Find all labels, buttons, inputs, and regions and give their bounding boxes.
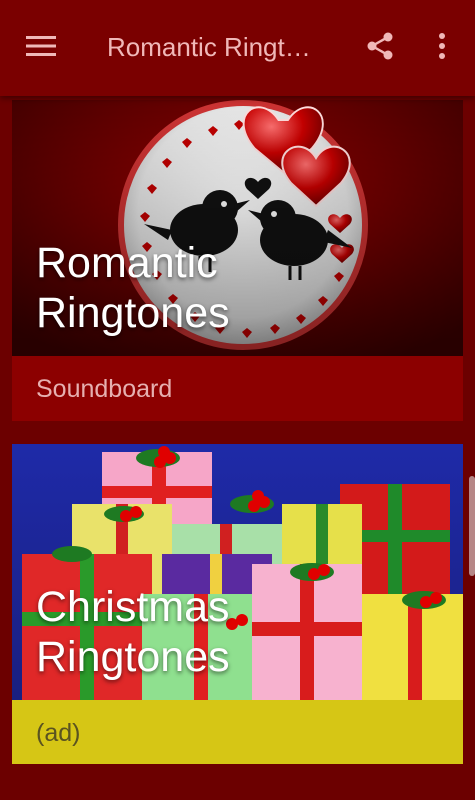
app-bar: Romantic Ringt… (0, 0, 475, 96)
card-title-line: Christmas (36, 583, 230, 631)
app-title: Romantic Ringt… (107, 32, 311, 62)
card-title-line: Ringtones (36, 289, 230, 337)
card-christmas-ringtones[interactable]: Christmas Ringtones (ad) (12, 444, 463, 764)
more-vert-icon (439, 33, 445, 59)
scrollbar[interactable] (469, 476, 475, 576)
share-icon (367, 32, 393, 60)
card-title-line: Ringtones (36, 633, 230, 681)
card-list: Romantic Ringtones Soundboard Christmas … (0, 96, 475, 800)
card-title-line: Romantic (36, 239, 218, 287)
menu-icon (26, 36, 56, 56)
card-title: Christmas Ringtones (36, 582, 230, 682)
card-romantic-ringtones[interactable]: Romantic Ringtones Soundboard (12, 100, 463, 421)
card-footer[interactable]: Soundboard (12, 356, 463, 421)
card-footer[interactable]: (ad) (12, 700, 463, 764)
menu-button[interactable] (17, 22, 65, 70)
share-button[interactable] (356, 22, 404, 70)
more-options-button[interactable] (418, 22, 466, 70)
card-footer-label: (ad) (36, 719, 81, 747)
card-title: Romantic Ringtones (36, 238, 230, 338)
card-footer-label: Soundboard (36, 375, 173, 403)
